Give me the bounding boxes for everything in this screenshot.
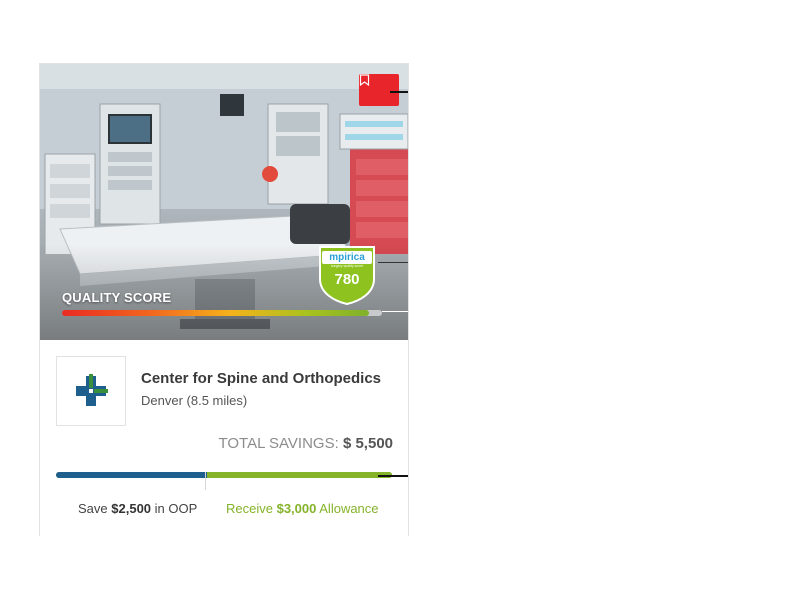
operating-room-photo: QUALITY SCORE mpirica surgery quality sc…: [40, 64, 408, 340]
provider-card[interactable]: QUALITY SCORE mpirica surgery quality sc…: [39, 63, 409, 536]
leader-line-savings: [378, 475, 408, 477]
quality-score-fill: [62, 310, 370, 316]
total-savings: TOTAL SAVINGS: $ 5,500: [218, 435, 393, 452]
allowance-savings: Receive $3,000 Allowance: [226, 501, 379, 516]
oop-segment: [56, 472, 207, 478]
oop-savings: Save $2,500 in OOP: [78, 501, 197, 516]
quality-score-bar: [62, 310, 382, 316]
savings-divider: [205, 472, 206, 490]
badge-score: 780: [334, 271, 360, 288]
total-savings-label: TOTAL SAVINGS:: [218, 435, 339, 452]
allowance-prefix: Receive: [226, 501, 273, 516]
leader-line-quality: [382, 311, 408, 312]
oop-prefix: Save: [78, 501, 108, 516]
badge-subtitle: surgery quality score: [330, 264, 364, 268]
facility-name[interactable]: Center for Spine and Orthopedics: [141, 370, 381, 387]
leader-line-bookmark: [390, 91, 408, 93]
facility-location: Denver (8.5 miles): [141, 393, 248, 408]
bookmark-button[interactable]: [359, 74, 399, 106]
quality-score-label: QUALITY SCORE: [62, 290, 172, 305]
facility-logo: [56, 356, 126, 426]
allowance-suffix: Allowance: [319, 501, 379, 516]
bookmark-icon: [359, 74, 370, 86]
leader-line-badge: [378, 262, 408, 263]
badge-brand: mpirica: [322, 251, 372, 264]
savings-split-bar: [56, 472, 392, 478]
medical-cross-icon: [76, 374, 108, 406]
oop-amount: $2,500: [111, 501, 152, 516]
mpirica-score-badge: mpirica surgery quality score 780: [318, 245, 376, 305]
total-savings-value: $ 5,500: [342, 435, 393, 452]
allowance-segment: [207, 472, 392, 478]
allowance-amount: $3,000: [276, 501, 317, 516]
oop-suffix: in OOP: [154, 501, 198, 516]
